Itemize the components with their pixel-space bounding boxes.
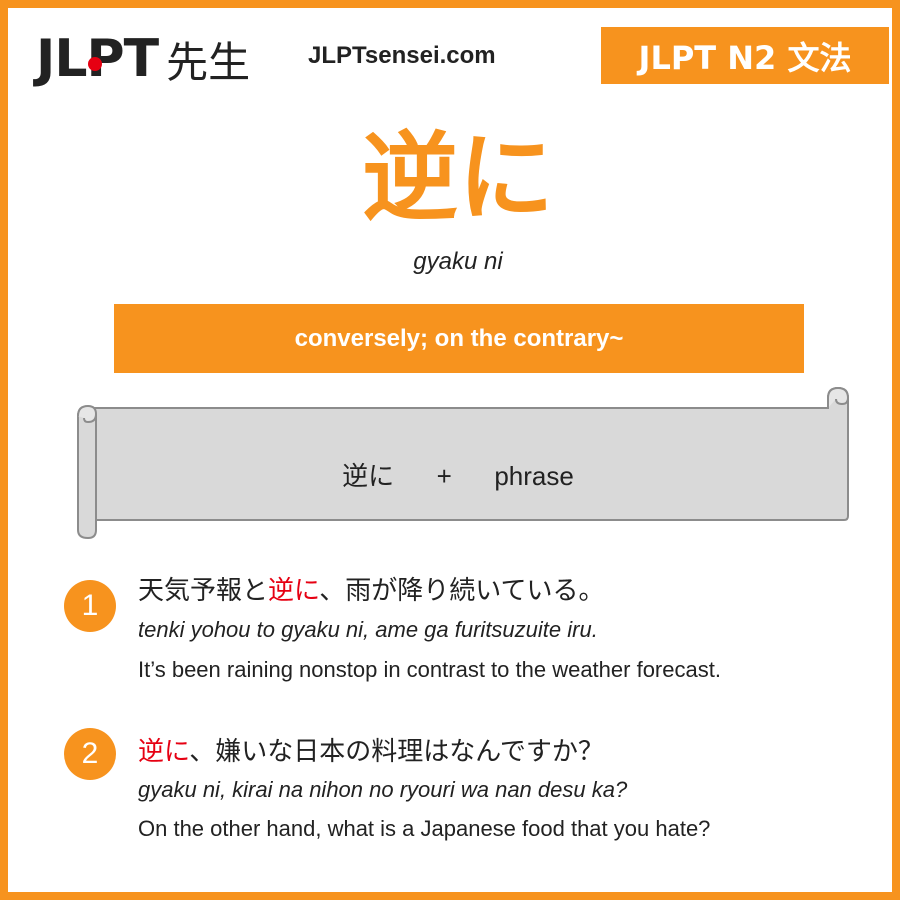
example-japanese: 天気予報と逆に、雨が降り続いている。: [138, 570, 604, 607]
formula-part-grammar: 逆に: [342, 461, 395, 491]
example-japanese-highlight: 逆に: [138, 737, 190, 767]
example-english: It’s been raining nonstop in contrast to…: [138, 657, 721, 682]
logo-kanji: 先生: [166, 37, 251, 87]
example-japanese-after: 、嫌いな日本の料理はなんですか？: [189, 737, 604, 767]
example-japanese-highlight: 逆に: [268, 576, 320, 606]
logo-red-dot: [88, 57, 102, 71]
grammar-romaji: gyaku ni: [413, 248, 503, 275]
meaning-text: conversely; on the contrary~: [294, 324, 624, 352]
level-badge: JLPT N2 文法: [601, 27, 889, 84]
page-frame: JLPT 先生 JLPTsensei.com JLPT N2 文法 逆に gya…: [0, 0, 900, 900]
jlpt-sensei-logo[interactable]: JLPT 先生: [36, 26, 250, 92]
example-number-badge: 2: [64, 728, 116, 780]
example-japanese: 逆に、嫌いな日本の料理はなんですか？: [138, 731, 604, 768]
site-url[interactable]: JLPTsensei.com: [308, 42, 496, 70]
formula-plus: +: [436, 461, 452, 491]
example-number-badge: 1: [64, 580, 116, 632]
example-japanese-before: 天気予報と: [138, 576, 269, 606]
grammar-point: 逆に: [362, 122, 554, 234]
example-english: On the other hand, what is a Japanese fo…: [138, 816, 711, 841]
formula: 逆に + phrase: [8, 456, 900, 493]
meaning-banner: conversely; on the contrary~: [114, 304, 804, 373]
example-romaji: tenki yohou to gyaku ni, ame ga furitsuz…: [138, 617, 598, 642]
formula-part-phrase: phrase: [494, 461, 574, 491]
example-romaji: gyaku ni, kirai na nihon no ryouri wa na…: [138, 777, 628, 802]
example-japanese-after: 、雨が降り続いている。: [319, 576, 605, 606]
